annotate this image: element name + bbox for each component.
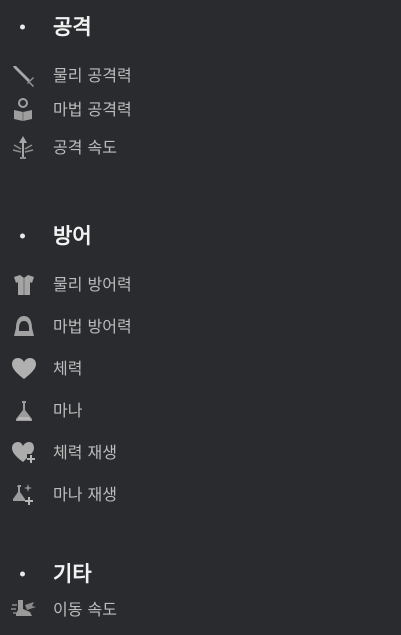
sword-icon — [10, 63, 38, 89]
stat-label: 체력 — [53, 359, 83, 378]
stat-label: 물리 방어력 — [53, 275, 132, 294]
section-title: 방어 — [53, 224, 92, 248]
stat-label: 마법 공격력 — [53, 100, 132, 119]
section-title: 기타 — [53, 562, 92, 586]
hood-icon — [10, 314, 38, 340]
stat-label: 마법 방어력 — [53, 317, 132, 336]
magic-book-icon — [10, 97, 38, 123]
stat-row-physical-attack: 물리 공격력 — [0, 61, 250, 91]
running-boot-icon — [10, 597, 38, 623]
stat-row-attack-speed: 공격 속도 — [0, 133, 250, 163]
heart-regen-icon — [10, 440, 38, 466]
stat-row-health: 체력 — [0, 354, 250, 384]
stat-row-physical-defense: 물리 방어력 — [0, 270, 250, 300]
stat-row-magic-attack: 마법 공격력 — [0, 95, 250, 125]
stat-row-move-speed: 이동 속도 — [0, 595, 250, 625]
stat-row-mana-regen: 마나 재생 — [0, 480, 250, 510]
stat-label: 공격 속도 — [53, 138, 117, 157]
stat-label: 마나 재생 — [53, 485, 117, 504]
stat-row-mana: 마나 — [0, 396, 250, 426]
stat-label: 이동 속도 — [53, 600, 117, 619]
arrow-speed-icon — [10, 135, 38, 161]
bullet-icon — [20, 24, 25, 30]
armor-icon — [10, 272, 38, 298]
heart-icon — [10, 356, 38, 382]
stat-label: 체력 재생 — [53, 443, 117, 462]
stat-label: 마나 — [53, 401, 83, 420]
bullet-icon — [20, 571, 25, 577]
stat-row-magic-defense: 마법 방어력 — [0, 312, 250, 342]
section-title: 공격 — [53, 15, 92, 39]
stat-label: 물리 공격력 — [53, 66, 132, 85]
stat-row-health-regen: 체력 재생 — [0, 438, 250, 468]
flask-icon — [10, 398, 38, 424]
flask-regen-icon — [10, 482, 38, 508]
bullet-icon — [20, 233, 25, 239]
